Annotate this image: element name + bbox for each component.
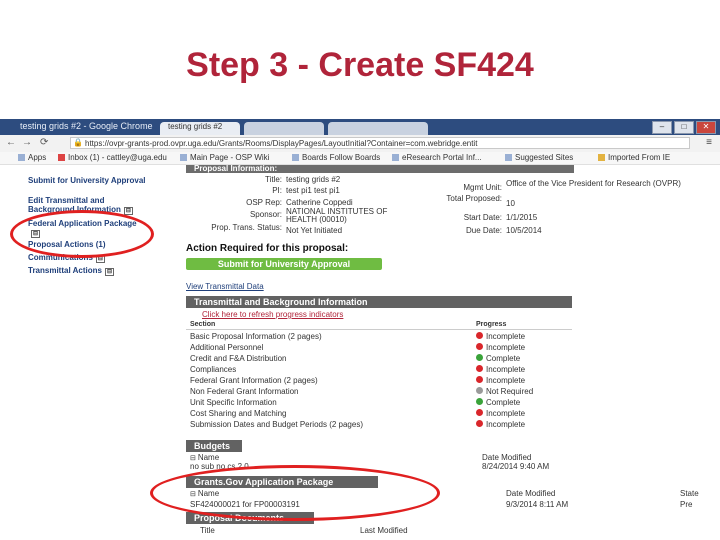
url-input[interactable]: https://ovpr-grants-prod.ovpr.uga.edu/Gr… [70, 137, 690, 149]
sort-icon: ⊟ [190, 455, 198, 462]
field-label: Title: [264, 175, 282, 184]
field-label: OSP Rep: [246, 198, 282, 207]
package-state: Pre [680, 500, 693, 509]
budgets-section-header: Budgets [186, 440, 242, 452]
status-dot-icon [476, 420, 483, 427]
proposal-info-header: Proposal Information: [186, 165, 574, 173]
lock-icon: 🔒 [73, 138, 83, 147]
back-icon[interactable]: ← [6, 137, 16, 148]
col-header-state: State [680, 489, 699, 498]
forward-icon[interactable]: → [22, 137, 32, 148]
status-dot-icon [476, 365, 483, 372]
col-header-modified: Date Modified [482, 453, 532, 462]
field-value: 10 [506, 199, 515, 208]
bookmark-eresearch[interactable]: eResearch Portal Inf... [392, 153, 482, 162]
field-value: Not Yet Initiated [286, 226, 343, 235]
reload-icon[interactable]: ⟳ [40, 137, 48, 148]
field-label: Mgmt Unit: [463, 183, 502, 192]
status-dot-icon [476, 376, 483, 383]
table-row[interactable]: Federal Grant Information (2 pages) Incom… [186, 375, 572, 386]
divider [186, 329, 572, 330]
field-label: PI: [272, 186, 282, 195]
status-dot-icon [476, 398, 483, 405]
annotation-circle [10, 210, 154, 258]
annotation-circle [150, 465, 440, 521]
field-value: testing grids #2 [286, 175, 341, 184]
field-label: Sponsor: [249, 210, 282, 219]
transmittal-section-header: Transmittal and Background Information [186, 296, 572, 308]
field-value: 10/5/2014 [506, 226, 542, 235]
minimize-icon[interactable]: – [652, 121, 672, 134]
slide-title: Step 3 - Create SF424 [186, 46, 534, 84]
field-label: Prop. Trans. Status: [211, 223, 282, 232]
bookmark-osp-wiki[interactable]: Main Page - OSP Wiki [180, 153, 269, 162]
col-header-name: ⊟ Name [190, 453, 220, 462]
page-icon [180, 154, 187, 161]
table-row[interactable]: Basic Proposal Information (2 pages) Inco… [186, 331, 572, 342]
menu-icon[interactable]: ≡ [706, 137, 712, 148]
field-value: Office of the Vice President for Researc… [506, 179, 681, 188]
field-value: 1/1/2015 [506, 213, 538, 222]
address-bar: ← → ⟳ https://ovpr-grants-prod.ovpr.uga.… [0, 135, 720, 153]
status-dot-icon [476, 409, 483, 416]
col-header-section: Section [190, 321, 216, 328]
status-dot-icon [476, 332, 483, 339]
status-dot-icon [476, 354, 483, 361]
table-row[interactable]: Additional Personnel Incomplete [186, 342, 572, 353]
browser-tab[interactable] [244, 122, 324, 135]
table-row[interactable]: Unit Specific Information Complete [186, 397, 572, 408]
col-header-title: Title [200, 526, 215, 535]
col-header-progress: Progress [476, 321, 507, 328]
nav-submit-approval[interactable]: Submit for University Approval [28, 176, 148, 185]
table-row[interactable]: Compliances Incomplete [186, 364, 572, 375]
field-value: NATIONAL INSTITUTES OF HEALTH (00010) [286, 207, 388, 224]
browser-tabbar: testing grids #2 - Google Chrome testing… [0, 119, 720, 135]
field-value: Catherine Coppedi [286, 198, 353, 207]
close-icon[interactable]: ✕ [696, 121, 716, 134]
apps-icon [18, 154, 25, 161]
status-dot-icon [476, 387, 483, 394]
field-label: Total Proposed: [446, 194, 502, 203]
window-title: testing grids #2 - Google Chrome [20, 121, 153, 131]
bookmark-imported[interactable]: Imported From IE [598, 153, 670, 162]
table-row[interactable]: Cost Sharing and Matching Incomplete [186, 408, 572, 419]
mail-icon [58, 154, 65, 161]
window-controls: – □ ✕ [652, 121, 716, 134]
table-row[interactable]: Submission Dates and Budget Periods (2 p… [186, 419, 572, 430]
action-required-heading: Action Required for this proposal: [186, 243, 349, 254]
bookmark-apps[interactable]: Apps [18, 153, 46, 162]
page-icon [292, 154, 299, 161]
bookmark-suggested[interactable]: Suggested Sites [505, 153, 573, 162]
page-icon [392, 154, 399, 161]
folder-icon [598, 154, 605, 161]
status-dot-icon [476, 343, 483, 350]
package-modified: 9/3/2014 8:11 AM [506, 500, 569, 509]
col-header-last-modified: Last Modified [360, 526, 408, 535]
bookmarks-bar: Apps Inbox (1) - cattley@uga.edu Main Pa… [0, 152, 720, 165]
table-row[interactable]: Credit and F&A Distribution Complete [186, 353, 572, 364]
expand-icon[interactable]: ⊟ [104, 268, 114, 276]
submit-approval-button[interactable]: Submit for University Approval [186, 258, 382, 270]
table-row[interactable]: Non Federal Grant Information Not Require… [186, 386, 572, 397]
field-label: Due Date: [465, 226, 502, 235]
col-header-modified: Date Modified [506, 489, 556, 498]
view-transmittal-link[interactable]: View Transmittal Data [186, 282, 264, 291]
budget-modified: 8/24/2014 9:40 AM [482, 462, 550, 471]
expand-icon[interactable]: ⊟ [123, 207, 133, 215]
browser-tab[interactable] [328, 122, 428, 135]
maximize-icon[interactable]: □ [674, 121, 694, 134]
field-value: test pi1 test pi1 [286, 186, 340, 195]
bookmark-inbox[interactable]: Inbox (1) - cattley@uga.edu [58, 153, 167, 162]
browser-tab-active[interactable]: testing grids #2 [160, 122, 240, 135]
browser-screenshot: testing grids #2 - Google Chrome testing… [0, 119, 720, 540]
refresh-progress-link[interactable]: Click here to refresh progress indicator… [202, 310, 343, 319]
nav-transmittal-actions[interactable]: Transmittal Actions ⊟ [28, 266, 114, 276]
field-label: Start Date: [463, 213, 502, 222]
bookmark-boards[interactable]: Boards Follow Boards [292, 153, 380, 162]
page-icon [505, 154, 512, 161]
